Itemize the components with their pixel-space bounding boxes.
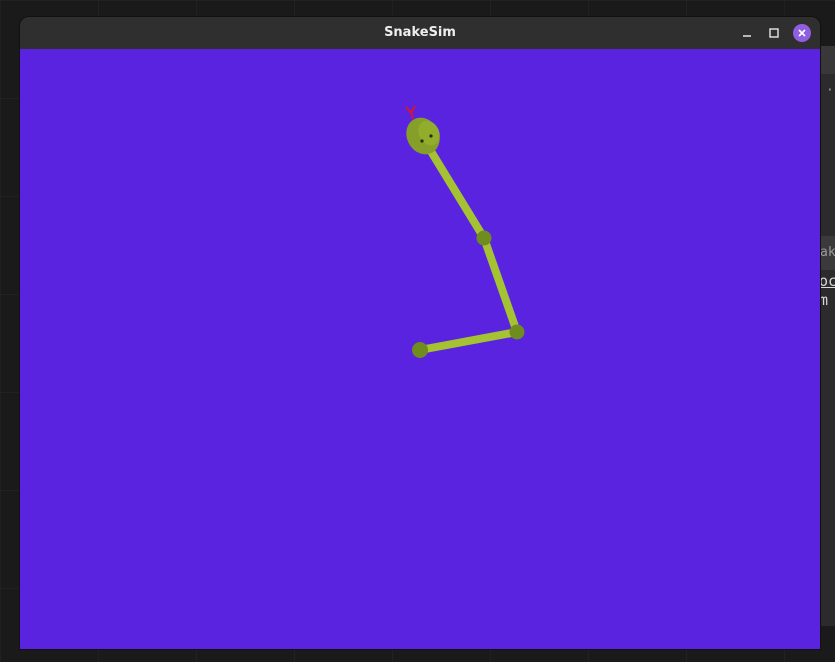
snake-segment xyxy=(416,328,521,354)
window-title: SnakeSim xyxy=(384,25,456,40)
title-bar[interactable]: SnakeSim xyxy=(20,17,820,49)
close-icon xyxy=(798,29,806,37)
background-terminal-text: ak xyxy=(820,245,835,260)
snakesim-window: SnakeSim xyxy=(20,17,820,649)
minimize-icon xyxy=(743,35,751,37)
simulation-canvas[interactable] xyxy=(20,49,820,649)
close-button[interactable] xyxy=(793,24,811,42)
snake-joint xyxy=(509,324,525,340)
snake-tail xyxy=(412,342,428,358)
snake xyxy=(405,105,525,358)
maximize-button[interactable] xyxy=(765,24,783,42)
snake-scene xyxy=(405,105,525,358)
background-terminal-text: oc xyxy=(819,272,835,290)
snake-eye xyxy=(429,134,433,138)
snake-eye xyxy=(420,139,424,143)
snake-tongue xyxy=(405,105,416,120)
background-terminal-text: ·· xyxy=(826,83,835,98)
snake-joint xyxy=(476,230,492,246)
minimize-button[interactable] xyxy=(738,24,756,42)
maximize-icon xyxy=(769,28,779,38)
background-terminal-text: m xyxy=(819,291,829,309)
snake-segment xyxy=(480,234,521,336)
